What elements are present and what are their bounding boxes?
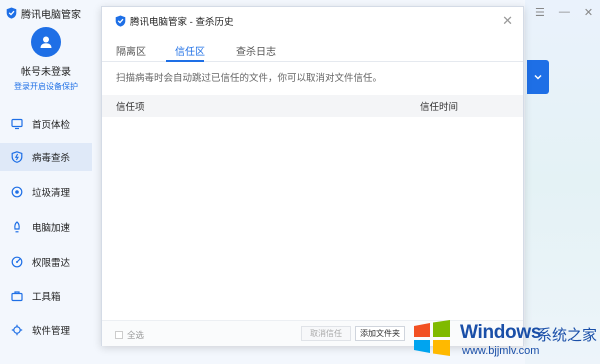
sidebar-item-junk-cleanup[interactable]: 垃圾清理	[0, 178, 92, 206]
active-tab-indicator	[166, 60, 204, 62]
tab-trust-zone[interactable]: 信任区	[175, 43, 205, 58]
windows-logo-icon	[414, 320, 450, 356]
watermark-site-name: 系统之家	[537, 327, 598, 344]
sidebar: 腾讯电脑管家 帐号未登录 登录开启设备保护 首页体检 病毒查杀 垃圾清理 电脑加…	[0, 0, 92, 364]
monitor-icon	[11, 118, 23, 130]
main-content-background	[525, 0, 600, 364]
sidebar-item-label: 病毒查杀	[32, 153, 71, 164]
scan-history-dialog: 腾讯电脑管家 - 查杀历史 ✕ 隔离区 信任区 查杀日志 扫描病毒时会自动跳过已…	[101, 6, 524, 346]
user-icon	[40, 36, 52, 48]
watermark: Windows 系统之家 www.bjjmlv.com	[410, 312, 600, 364]
scan-options-dropdown[interactable]	[527, 60, 549, 94]
tab-scan-log[interactable]: 查杀日志	[236, 43, 276, 58]
software-icon	[11, 324, 23, 336]
sidebar-item-label: 工具箱	[32, 292, 61, 303]
app-window-controls: ☰ — ✕	[535, 6, 593, 19]
watermark-url: www.bjjmlv.com	[462, 345, 540, 357]
toolbox-icon	[11, 291, 23, 302]
virus-scan-icon	[11, 151, 23, 163]
sidebar-item-pc-speedup[interactable]: 电脑加速	[0, 213, 92, 241]
sidebar-item-label: 软件管理	[32, 326, 71, 337]
tencent-shield-logo-icon	[6, 7, 17, 19]
trust-zone-info-text: 扫描病毒时会自动跳过已信任的文件，你可以取消对文件信任。	[116, 73, 383, 84]
dialog-tabs: 隔离区 信任区 查杀日志	[102, 38, 523, 62]
column-header-trust-time: 信任时间	[420, 102, 459, 113]
rocket-icon	[14, 221, 20, 233]
tencent-shield-logo-icon	[115, 15, 126, 27]
sidebar-item-label: 权限雷达	[32, 258, 71, 269]
menu-icon[interactable]: ☰	[535, 6, 545, 19]
minimize-icon[interactable]: —	[559, 6, 570, 19]
close-icon[interactable]: ✕	[584, 6, 593, 19]
tab-quarantine[interactable]: 隔离区	[116, 43, 146, 58]
cleanup-icon	[11, 186, 23, 198]
dialog-title: 腾讯电脑管家 - 查杀历史	[130, 17, 234, 28]
column-header-trust-item: 信任项	[116, 102, 145, 113]
select-all-checkbox[interactable]: 全选	[115, 329, 144, 341]
dialog-titlebar: 腾讯电脑管家 - 查杀历史	[102, 7, 523, 35]
table-header: 信任项 信任时间	[102, 95, 523, 117]
select-all-label: 全选	[127, 330, 145, 340]
close-icon[interactable]: ✕	[502, 13, 513, 29]
app-titlebar: 腾讯电脑管家	[0, 0, 100, 26]
sidebar-item-label: 垃圾清理	[32, 188, 71, 199]
login-link[interactable]: 登录开启设备保护	[0, 81, 92, 92]
checkbox-box	[115, 331, 123, 339]
sidebar-item-label: 电脑加速	[32, 223, 71, 234]
sidebar-item-software-manager[interactable]: 软件管理	[0, 316, 92, 344]
avatar[interactable]	[31, 27, 61, 57]
cancel-trust-button[interactable]: 取消信任	[301, 326, 351, 341]
chevron-down-icon	[534, 74, 542, 80]
radar-icon	[11, 256, 23, 268]
app-title: 腾讯电脑管家	[21, 9, 81, 21]
account-name: 帐号未登录	[21, 67, 71, 78]
sidebar-item-virus-scan[interactable]: 病毒查杀	[0, 143, 92, 171]
watermark-brand: Windows	[460, 322, 542, 343]
sidebar-item-home-checkup[interactable]: 首页体检	[0, 110, 92, 138]
table-body-empty	[102, 117, 523, 317]
sidebar-item-permission-radar[interactable]: 权限雷达	[0, 248, 92, 276]
add-folder-button[interactable]: 添加文件夹	[355, 326, 405, 341]
sidebar-item-toolbox[interactable]: 工具箱	[0, 282, 92, 310]
sidebar-item-label: 首页体检	[32, 120, 71, 131]
